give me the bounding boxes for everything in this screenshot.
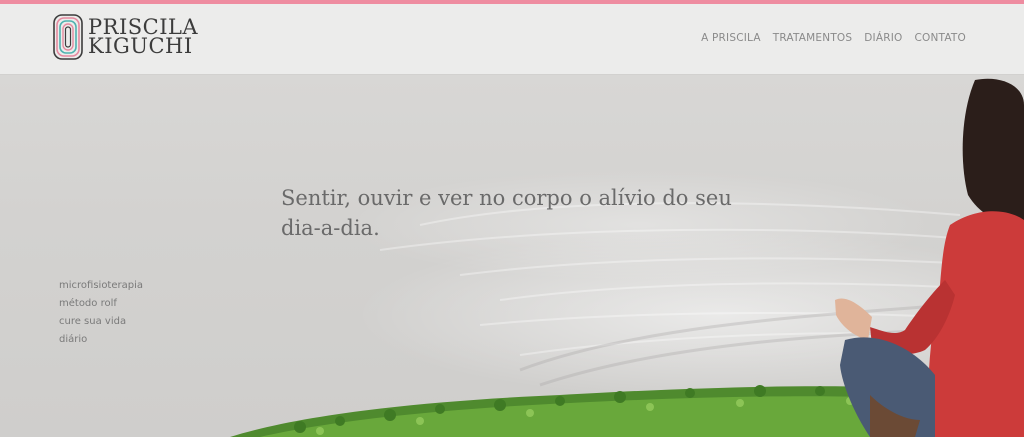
site-header: PRISCILA KIGUCHI A PRISCILA TRATAMENTOS … [0, 4, 1024, 75]
side-menu-diario[interactable]: diário [59, 331, 143, 349]
side-menu: microfisioterapia método rolf cure sua v… [59, 277, 143, 349]
nav-tratamentos[interactable]: TRATAMENTOS [773, 32, 853, 44]
logo[interactable]: PRISCILA KIGUCHI [52, 13, 198, 61]
main-nav: A PRISCILA TRATAMENTOS DIÁRIO CONTATO [701, 32, 966, 44]
hero-tagline: Sentir, ouvir e ver no corpo o alívio do… [281, 186, 732, 240]
meditating-woman-photo [835, 78, 1024, 437]
side-menu-metodo-rolf[interactable]: método rolf [59, 295, 143, 313]
logo-mark-icon [53, 14, 83, 60]
nav-diario[interactable]: DIÁRIO [864, 32, 902, 44]
logo-line-2: KIGUCHI [88, 34, 193, 58]
side-menu-cure-sua-vida[interactable]: cure sua vida [59, 313, 143, 331]
side-menu-microfisioterapia[interactable]: microfisioterapia [59, 277, 143, 295]
nav-a-priscila[interactable]: A PRISCILA [701, 32, 761, 44]
hero-banner: Sentir, ouvir e ver no corpo o alívio do… [0, 75, 1024, 437]
logo-text: PRISCILA KIGUCHI [88, 17, 198, 58]
nav-contato[interactable]: CONTATO [915, 32, 967, 44]
